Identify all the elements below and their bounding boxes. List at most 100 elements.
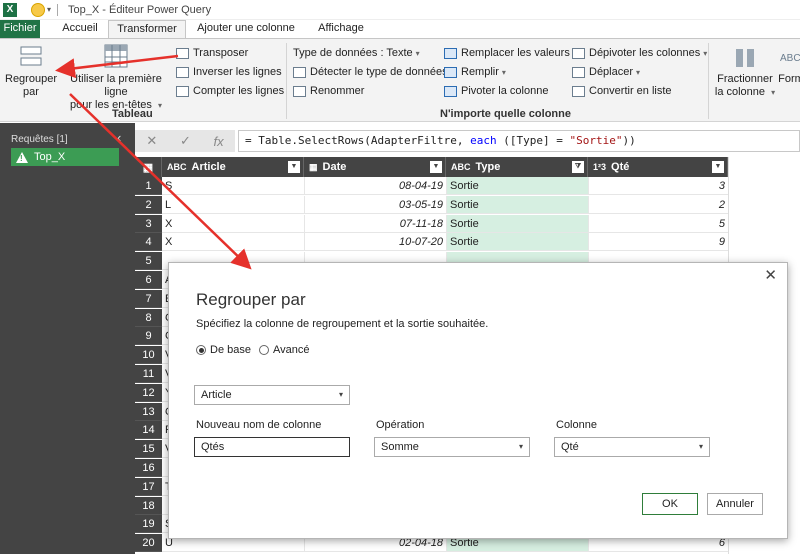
- cell-date[interactable]: 08-04-19: [304, 177, 446, 195]
- use-first-row-headers-button[interactable]: Utiliser la première ligne pour les en-t…: [59, 43, 173, 112]
- warning-icon: !: [16, 151, 28, 163]
- row-number[interactable]: 4: [135, 233, 162, 252]
- text-type-icon[interactable]: ABC: [451, 162, 471, 172]
- row-number[interactable]: 13: [135, 402, 162, 421]
- query-item-top-x[interactable]: ! Top_X: [11, 148, 119, 166]
- cell-date[interactable]: 03-05-19: [304, 195, 446, 214]
- convert-to-list-button[interactable]: Convertir en liste: [572, 83, 672, 99]
- cell-type[interactable]: Sortie: [446, 195, 588, 214]
- tab-affichage[interactable]: Affichage: [306, 20, 376, 38]
- filter-dropdown-icon[interactable]: ▼: [288, 161, 300, 173]
- group-by-button[interactable]: Regrouper par: [4, 43, 58, 99]
- formula-input[interactable]: = Table.SelectRows(AdapterFiltre, each (…: [238, 130, 800, 152]
- split-column-icon: [736, 49, 754, 67]
- cell-qte[interactable]: 5: [588, 214, 728, 233]
- smiley-icon[interactable]: [31, 2, 45, 17]
- radio-advanced[interactable]: Avancé: [259, 344, 310, 356]
- unpivot-columns-button[interactable]: Dépivoter les colonnes ▾: [572, 45, 707, 61]
- group-by-column-select[interactable]: Article ▾: [194, 385, 350, 405]
- format-button[interactable]: ABC Form: [776, 43, 800, 86]
- customize-quick-access-icon[interactable]: ▾: [47, 5, 51, 14]
- cell-date[interactable]: 07-11-18: [304, 214, 446, 233]
- row-number[interactable]: 3: [135, 214, 162, 233]
- row-number[interactable]: 2: [135, 195, 162, 214]
- ok-button[interactable]: OK: [642, 493, 698, 515]
- chevron-down-icon: ▾: [636, 67, 641, 77]
- cell-article[interactable]: X: [162, 215, 304, 233]
- row-number[interactable]: 10: [135, 346, 162, 365]
- chevron-down-icon: ▾: [338, 390, 343, 399]
- table-menu-icon[interactable]: ▦: [135, 157, 162, 177]
- cell-article[interactable]: S: [162, 177, 304, 195]
- row-number[interactable]: 17: [135, 477, 162, 496]
- cancel-formula-icon[interactable]: ✕: [146, 133, 157, 149]
- filter-dropdown-icon[interactable]: ▼: [712, 161, 724, 173]
- cell-type[interactable]: Sortie: [446, 233, 588, 252]
- cell-qte[interactable]: 3: [588, 177, 728, 195]
- split-column-button[interactable]: Fractionner la colonne ▾: [714, 43, 776, 99]
- transpose-button[interactable]: Transposer: [176, 45, 248, 61]
- row-number[interactable]: 20: [135, 534, 162, 553]
- row-number[interactable]: 1: [135, 177, 162, 195]
- column-select[interactable]: Qté ▾: [554, 437, 710, 457]
- new-column-name-input[interactable]: Qtés: [194, 437, 350, 457]
- tab-ajouter-colonne[interactable]: Ajouter une colonne: [186, 20, 306, 38]
- number-type-icon[interactable]: 1²3: [593, 162, 606, 172]
- column-header-article[interactable]: ABC Article ▼: [162, 157, 304, 177]
- row-number[interactable]: 16: [135, 459, 162, 477]
- function-icon[interactable]: fx: [214, 134, 224, 149]
- filter-active-icon[interactable]: ⧩: [572, 161, 584, 173]
- rename-button[interactable]: Renommer: [293, 83, 364, 99]
- date-type-icon[interactable]: ▦: [309, 162, 318, 173]
- group-label-any-column: N'importe quelle colonne: [440, 108, 571, 120]
- confirm-formula-icon[interactable]: ✓: [180, 133, 191, 149]
- cell-article[interactable]: X: [162, 233, 304, 252]
- count-rows-button[interactable]: Compter les lignes: [176, 83, 284, 99]
- queries-header: Requêtes [1]: [11, 134, 68, 145]
- fill-button[interactable]: Remplir ▾: [444, 64, 506, 80]
- row-number[interactable]: 8: [135, 308, 162, 327]
- reverse-rows-button[interactable]: Inverser les lignes: [176, 64, 282, 80]
- cell-article[interactable]: L: [162, 196, 304, 214]
- chevron-down-icon: ▾: [771, 88, 776, 97]
- formula-text: = Table.SelectRows(AdapterFiltre,: [245, 134, 471, 147]
- row-number[interactable]: 6: [135, 271, 162, 289]
- column-header-date[interactable]: ▦ Date ▼: [304, 157, 446, 177]
- row-number[interactable]: 12: [135, 383, 162, 402]
- pivot-column-button[interactable]: Pivoter la colonne: [444, 83, 548, 99]
- tab-fichier[interactable]: Fichier: [0, 20, 40, 38]
- replace-values-button[interactable]: Remplacer les valeurs▾: [444, 45, 577, 61]
- row-number[interactable]: 7: [135, 289, 162, 308]
- reverse-rows-icon: [176, 66, 189, 78]
- row-number[interactable]: 19: [135, 515, 162, 534]
- transpose-icon: [176, 47, 189, 59]
- row-number[interactable]: 15: [135, 440, 162, 459]
- row-number[interactable]: 9: [135, 327, 162, 346]
- cell-qte[interactable]: 2: [588, 195, 728, 214]
- row-number[interactable]: 5: [135, 252, 162, 271]
- cell-type[interactable]: Sortie: [446, 177, 588, 195]
- column-header-qte[interactable]: 1²3 Qté ▼: [588, 157, 728, 177]
- filter-dropdown-icon[interactable]: ▼: [430, 161, 442, 173]
- close-icon[interactable]: ✕: [764, 266, 777, 284]
- collapse-icon[interactable]: ‹: [117, 130, 121, 145]
- cell-date[interactable]: 10-07-20: [304, 233, 446, 252]
- cell-type[interactable]: Sortie: [446, 214, 588, 233]
- cell-qte[interactable]: 9: [588, 233, 728, 252]
- operation-select[interactable]: Somme ▾: [374, 437, 530, 457]
- column-header-label: Type: [475, 161, 501, 173]
- text-type-icon[interactable]: ABC: [167, 162, 187, 172]
- tab-accueil[interactable]: Accueil: [52, 20, 108, 38]
- dialog-subtitle: Spécifiez la colonne de regroupement et …: [196, 318, 489, 330]
- cancel-button[interactable]: Annuler: [707, 493, 763, 515]
- row-number[interactable]: 11: [135, 365, 162, 383]
- column-header-type[interactable]: ABC Type ⧩: [446, 157, 588, 177]
- detect-type-button[interactable]: Détecter le type de données: [293, 64, 448, 80]
- row-number[interactable]: 18: [135, 496, 162, 515]
- data-type-dropdown[interactable]: Type de données : Texte ▾: [293, 45, 420, 61]
- tab-transformer[interactable]: Transformer: [108, 20, 186, 39]
- row-number[interactable]: 14: [135, 421, 162, 440]
- radio-basic[interactable]: De base: [196, 344, 251, 356]
- new-column-label: Nouveau nom de colonne: [196, 419, 322, 431]
- move-button[interactable]: Déplacer ▾: [572, 64, 640, 80]
